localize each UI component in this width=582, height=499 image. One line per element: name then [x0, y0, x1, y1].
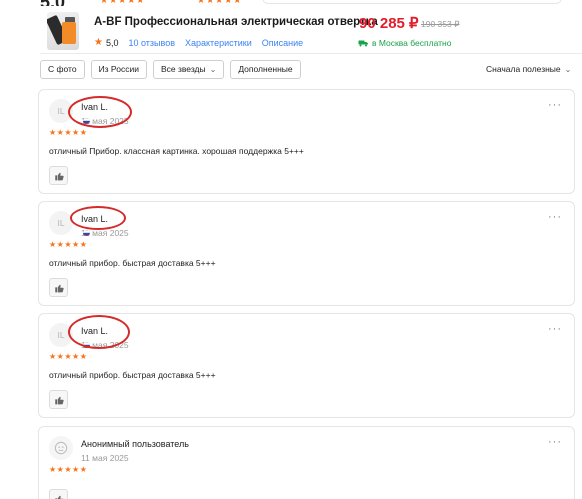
partial-panel	[262, 0, 562, 4]
thumbs-up-icon	[54, 396, 64, 404]
like-button[interactable]	[49, 489, 68, 499]
like-button[interactable]	[49, 278, 68, 297]
review-stars: ★★★★★	[49, 465, 88, 474]
description-link[interactable]: Описание	[262, 38, 303, 48]
russia-flag-icon	[83, 230, 90, 236]
reviewer-name[interactable]: Ivan L.	[81, 102, 108, 112]
review-card: Анонимный пользователь 11 мая 2025 ··· ★…	[38, 426, 575, 499]
old-price: 190 353 ₽	[421, 19, 460, 29]
characteristics-link[interactable]: Характеристики	[185, 38, 252, 48]
review-text: отличный прибор. быстрая доставка 5+++	[49, 258, 216, 268]
avatar: IL	[49, 323, 73, 347]
product-title[interactable]: A-BF Профессиональная электрическая отве…	[94, 16, 378, 28]
chevron-down-icon: ⌄	[564, 64, 572, 74]
filter-all-stars-label: Все звезды	[160, 64, 206, 74]
reviewer-name[interactable]: Ivan L.	[81, 326, 108, 336]
review-card: IL Ivan L. 11 мая 2025 ··· ★★★★★ отличны…	[38, 201, 575, 306]
review-card: IL Ivan L. 11 мая 2025 ··· ★★★★★ отличны…	[38, 89, 575, 194]
russia-flag-icon	[83, 342, 90, 348]
review-text: отличный Прибор. классная картинка. хоро…	[49, 146, 304, 156]
more-dots-icon[interactable]: ···	[548, 99, 562, 111]
review-stars: ★★★★★	[49, 240, 88, 249]
review-card: IL Ivan L. 11 мая 2025 ··· ★★★★★ отличны…	[38, 313, 575, 418]
like-button[interactable]	[49, 166, 68, 185]
product-rating: 5,0	[105, 37, 119, 48]
russia-flag-icon	[83, 118, 90, 124]
product-image[interactable]	[47, 12, 79, 50]
product-meta: ★ 5,0 10 отзывов Характеристики Описание	[94, 37, 313, 48]
delivery-text: в Москва бесплатно	[372, 38, 452, 48]
more-dots-icon[interactable]: ···	[548, 436, 562, 448]
anonymous-face-icon	[54, 441, 68, 455]
like-button[interactable]	[49, 390, 68, 409]
filter-from-russia-button[interactable]: Из России	[90, 59, 147, 79]
star-icon: ★	[94, 37, 103, 48]
truck-icon	[358, 40, 368, 47]
avatar: IL	[49, 99, 73, 123]
thumbs-up-icon	[54, 284, 64, 292]
reviews-page: 5.0 ★★★★★ ★★★★★ A-BF Профессиональная эл…	[0, 0, 582, 499]
review-date: 11 мая 2025	[81, 453, 129, 463]
filter-with-photo-button[interactable]: С фото	[40, 59, 85, 79]
product-price: 90 285 ₽	[359, 15, 419, 32]
avatar	[49, 436, 73, 460]
filter-supplemented-button[interactable]: Дополненные	[230, 59, 301, 79]
reviewer-name[interactable]: Ivan L.	[81, 214, 108, 224]
delivery-info: в Москва бесплатно	[358, 38, 451, 48]
sort-label: Сначала полезные	[486, 64, 561, 74]
chevron-down-icon: ⌄	[209, 64, 217, 74]
review-stars: ★★★★★	[49, 352, 88, 361]
more-dots-icon[interactable]: ···	[548, 323, 562, 335]
thumbs-up-icon	[54, 172, 64, 180]
reviewer-name[interactable]: Анонимный пользователь	[81, 439, 189, 449]
reviews-count-link[interactable]: 10 отзывов	[128, 38, 175, 48]
avatar: IL	[49, 211, 73, 235]
review-stars: ★★★★★	[49, 128, 88, 137]
more-dots-icon[interactable]: ···	[548, 211, 562, 223]
sort-dropdown[interactable]: Сначала полезные ⌄	[486, 64, 571, 74]
filter-bar: С фото Из России Все звезды ⌄ Дополненны…	[40, 59, 307, 79]
filter-all-stars-dropdown[interactable]: Все звезды ⌄	[152, 59, 225, 79]
product-header: A-BF Профессиональная электрическая отве…	[40, 6, 582, 54]
thumbs-up-icon	[54, 495, 64, 499]
review-text: отличный прибор. быстрая доставка 5+++	[49, 370, 216, 380]
